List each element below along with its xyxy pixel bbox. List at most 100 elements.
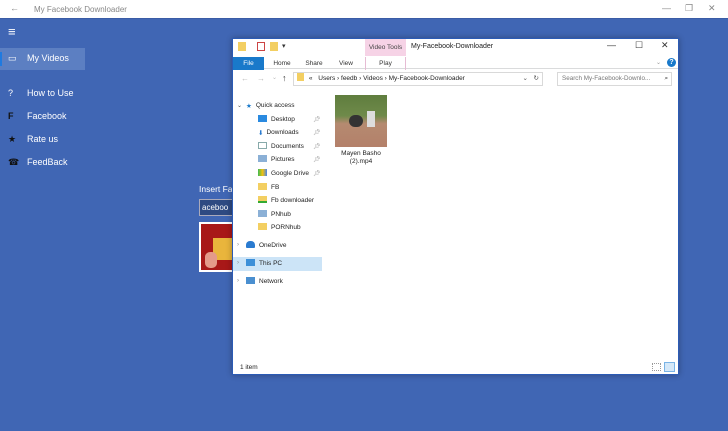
explorer-close-button[interactable]: ✕ [661,40,669,51]
details-view-icon[interactable] [652,363,661,371]
download-icon: ⬇ [258,127,263,134]
minimize-button[interactable]: — [662,3,671,13]
pin-icon: 📌︎ [313,170,321,177]
sidebar-item-label: My Videos [27,53,69,63]
new-folder-icon[interactable] [270,42,278,51]
help-icon: ? [8,88,13,98]
chevron-down-icon[interactable]: ⌄ [237,102,242,109]
star-icon: ★ [246,100,252,107]
nav-pictures[interactable]: Pictures [258,153,294,166]
nav-fb-downloader[interactable]: Fb downloader [258,194,314,207]
star-icon: ★ [8,134,16,145]
sidebar-item-label: Rate us [27,134,58,144]
nav-documents[interactable]: Documents [258,140,304,153]
breadcrumb-overflow[interactable]: « [309,75,313,82]
sidebar-item-facebook[interactable]: F Facebook [0,106,85,128]
expand-ribbon-icon[interactable]: ⌄ [656,59,661,66]
pictures-icon [258,155,267,162]
pin-icon: 📌︎ [313,129,321,136]
network-icon [246,277,255,284]
insert-label: Insert Fa [199,184,233,194]
nav-this-pc[interactable]: This PC [246,257,282,270]
video-tools-context-tab: Video Tools [365,39,406,57]
nav-pornhub[interactable]: PORNhub [258,221,301,234]
app-titlebar: ← My Facebook Downloader — ❐ ✕ [0,0,728,19]
app-title: My Facebook Downloader [34,5,127,14]
feedback-icon: ☎ [8,157,19,168]
file-name: Mayen Basho (2).mp4 [335,150,387,166]
explorer-maximize-button[interactable]: ☐ [635,40,643,51]
nav-desktop[interactable]: Desktop [258,113,295,126]
sidebar-item-label: How to Use [27,88,74,98]
address-bar[interactable]: « Users › feedb › Videos › My-Facebook-D… [293,72,543,86]
file-item[interactable]: Mayen Basho (2).mp4 [335,95,387,171]
nav-google-drive[interactable]: Google Drive [258,167,309,180]
tab-home[interactable]: Home [267,57,297,70]
cloud-icon [246,241,255,248]
explorer-minimize-button[interactable]: — [607,40,616,50]
video-icon: ▭ [8,53,17,64]
up-arrow-icon[interactable]: ↑ [282,73,287,83]
desktop-icon [258,115,267,122]
back-button[interactable]: ← [10,3,19,13]
tab-view[interactable]: View [331,57,361,70]
folder-synced-icon [258,196,267,203]
breadcrumb-item[interactable]: Videos [363,75,383,82]
properties-icon[interactable] [257,42,265,51]
nav-onedrive[interactable]: OneDrive [246,239,286,252]
forward-arrow-icon[interactable]: → [257,74,265,83]
search-placeholder: Search My-Facebook-Downlo... [562,75,650,82]
back-arrow-icon[interactable]: ← [241,74,249,83]
chevron-right-icon[interactable]: › [237,278,239,284]
recent-locations-icon[interactable]: ⌄ [272,74,277,81]
sidebar-item-label: Facebook [27,111,67,121]
chevron-right-icon[interactable]: › [237,260,239,266]
refresh-icon[interactable]: ↻ [534,73,539,85]
sidebar-item-feedback[interactable]: ☎ FeedBack [0,152,85,174]
sidebar-item-my-videos[interactable]: ▭ My Videos [0,48,85,70]
explorer-title: My-Facebook-Downloader [411,43,493,50]
nav-label: Quick access [256,102,295,109]
close-button[interactable]: ✕ [708,3,716,14]
status-item-count: 1 item [240,364,258,371]
document-icon [258,142,267,149]
breadcrumb-item[interactable]: Users [318,75,335,82]
sidebar-item-rate-us[interactable]: ★ Rate us [0,129,85,151]
customize-toolbar-icon[interactable]: ▾ [282,42,286,50]
nav-downloads[interactable]: ⬇Downloads [258,126,299,139]
search-icon: ⌕ [664,73,668,85]
nav-quick-access[interactable]: ★ Quick access [246,99,294,112]
nav-fb[interactable]: FB [258,181,279,194]
folder-icon [238,42,246,51]
nav-network[interactable]: Network [246,275,283,288]
tab-play[interactable]: Play [365,57,406,70]
pin-icon: 📌︎ [313,116,321,123]
video-thumbnail[interactable] [199,222,235,272]
breadcrumb-item[interactable]: My-Facebook-Downloader [389,75,465,82]
file-explorer-window: ▾ Video Tools My-Facebook-Downloader — ☐… [232,38,679,375]
hamburger-menu-icon[interactable]: ≡ [8,24,16,39]
navigation-pane: ⌄ ★ Quick access Desktop ⬇Downloads Docum… [233,95,323,365]
help-icon[interactable]: ? [667,58,676,67]
folder-icon [258,183,267,190]
maximize-button[interactable]: ❐ [685,3,693,14]
address-dropdown-icon[interactable]: ⌄ [523,73,528,85]
large-icons-view-icon[interactable] [664,362,675,372]
url-input[interactable]: aceboo [199,199,235,216]
tab-share[interactable]: Share [299,57,329,70]
facebook-icon: F [8,111,14,121]
sidebar-item-how-to-use[interactable]: ? How to Use [0,83,85,105]
video-thumbnail [335,95,387,147]
chevron-right-icon[interactable]: › [237,242,239,248]
search-input[interactable]: Search My-Facebook-Downlo... ⌕ [557,72,672,86]
breadcrumb-item[interactable]: feedb [341,75,357,82]
pin-icon: 📌︎ [313,156,321,163]
folder-icon [258,223,267,230]
pin-icon: 📌︎ [313,143,321,150]
nav-pnhub[interactable]: PNhub [258,208,291,221]
network-folder-icon [258,210,267,217]
google-drive-icon [258,169,267,176]
sidebar-item-label: FeedBack [27,157,68,167]
tab-file[interactable]: File [233,57,264,70]
computer-icon [246,259,255,266]
